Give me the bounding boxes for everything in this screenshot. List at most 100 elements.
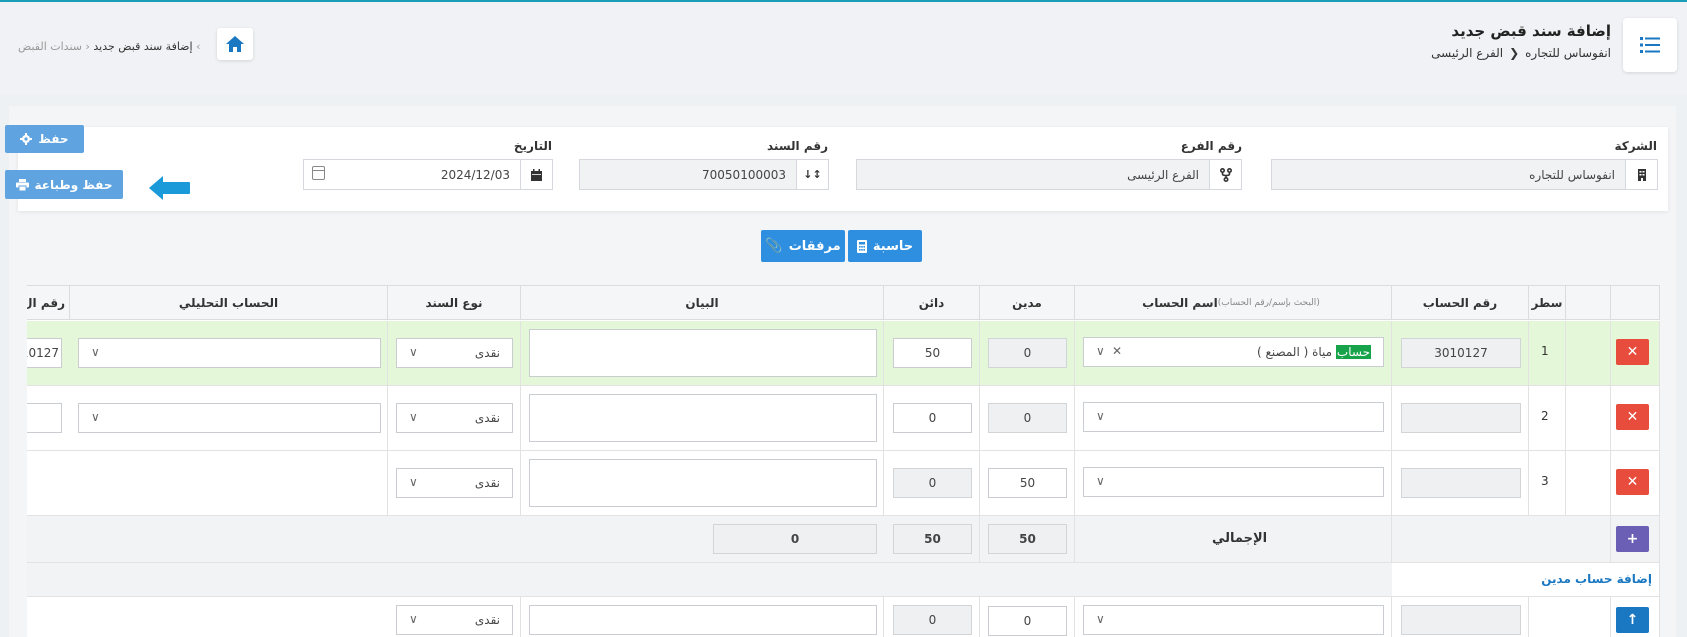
branch-field: الفرع الرئيسى — [856, 159, 1242, 190]
account-select[interactable]: ∨ — [1083, 402, 1384, 432]
home-icon — [226, 36, 244, 52]
breadcrumb-parent[interactable]: سندات القبض — [18, 40, 82, 53]
voucher-type-select[interactable]: نقدى ∨ — [396, 338, 513, 368]
col-actions-header — [1611, 286, 1660, 320]
home-button[interactable] — [217, 28, 253, 60]
chevron-down-icon: ∨ — [409, 345, 418, 359]
statement-textarea[interactable] — [529, 329, 877, 377]
statement-textarea[interactable] — [529, 459, 877, 507]
account-select[interactable]: ∨ — [1083, 605, 1384, 635]
debit-input[interactable]: 0 — [988, 606, 1067, 636]
credit-input[interactable]: 0 — [893, 605, 972, 635]
chevron-down-icon: ∨ — [1096, 409, 1105, 423]
debit-input[interactable]: 0 — [988, 403, 1067, 433]
table-row: ✕ 1 3010127 حساب مياة ( المصنع ) ∨ ✕ 0 5… — [27, 321, 1660, 386]
line-number: 1 — [1541, 344, 1549, 358]
total-label: الإجمالي — [1212, 531, 1268, 546]
col-credit-header: دائن — [884, 286, 980, 320]
chevron-down-icon: ∨ — [91, 410, 100, 424]
debit-input[interactable]: 50 — [988, 468, 1067, 498]
calculator-icon — [856, 239, 867, 253]
account-name-text: مياة ( المصنع ) — [1256, 345, 1333, 359]
voucher-number-label: رقم السند — [766, 139, 828, 153]
col-account-name-header: اسم الحساب (البحث بإسم/رقم الحساب) — [1075, 286, 1392, 320]
building-icon — [1625, 160, 1657, 189]
chevron-down-icon: ∨ — [409, 410, 418, 424]
analytic-account-select[interactable]: ∨ — [78, 338, 381, 368]
chevron-down-icon[interactable]: ∨ — [1096, 344, 1105, 358]
breadcrumb-separator-icon: ‹ — [196, 40, 201, 53]
extra-field[interactable] — [27, 403, 62, 433]
credit-input[interactable]: 0 — [893, 403, 972, 433]
total-difference: 0 — [713, 524, 877, 554]
save-print-button-label: حفظ وطباعة — [34, 177, 113, 192]
table-row: ✕ 3 ∨ 50 0 نقدى ∨ — [27, 451, 1660, 516]
calendar-icon — [520, 160, 552, 189]
voucher-type-value: نقدى — [474, 411, 500, 425]
totals-row: + الإجمالي 50 50 0 — [27, 516, 1660, 563]
breadcrumb-current: إضافة سند قبض جديد — [93, 40, 193, 53]
move-up-button[interactable]: ↑ — [1616, 607, 1649, 633]
page-title: إضافة سند قبض جديد — [1451, 22, 1611, 40]
col-spacer-header — [1566, 286, 1611, 320]
save-button-label: حفظ — [38, 132, 69, 146]
chevron-left-icon: ❮ — [1509, 46, 1520, 60]
save-button[interactable]: حفظ — [5, 125, 84, 153]
voucher-type-select[interactable]: نقدى ∨ — [396, 403, 513, 433]
close-icon: ✕ — [1626, 409, 1639, 425]
chevron-down-icon: ∨ — [409, 475, 418, 489]
account-name-highlight: حساب — [1335, 345, 1371, 359]
arrow-left-icon — [149, 176, 190, 200]
delete-row-button[interactable]: ✕ — [1616, 469, 1649, 495]
date-picker-icon[interactable] — [312, 166, 325, 180]
voucher-lines-table: سطر رقم الحساب اسم الحساب (البحث بإسم/رقم… — [27, 285, 1660, 637]
list-icon — [1640, 37, 1660, 53]
statement-textarea[interactable] — [529, 605, 877, 635]
page-header: إضافة سند قبض جديد انفوساس للتجاره ❮ الفرع… — [0, 2, 1687, 94]
analytic-account-select[interactable]: ∨ — [78, 403, 381, 433]
date-field[interactable]: 2024/12/03 — [303, 159, 553, 190]
company-value: انفوساس للتجاره — [1529, 168, 1615, 182]
voucher-type-select[interactable]: نقدى ∨ — [396, 605, 513, 635]
paperclip-icon: 📎 — [765, 238, 783, 254]
sort-numeric-icon: ↓↕ — [796, 160, 828, 189]
extra-field[interactable]: 3010127 — [27, 338, 62, 368]
plus-icon: + — [1626, 531, 1639, 547]
clear-icon[interactable]: ✕ — [1112, 344, 1122, 358]
voucher-type-value: نقدى — [474, 346, 500, 360]
debit-input[interactable]: 0 — [988, 338, 1067, 368]
voucher-number-field: ↓↕ 70050100003 — [579, 159, 829, 190]
subtitle-company: انفوساس للتجاره — [1525, 46, 1611, 60]
account-select[interactable]: ∨ — [1083, 467, 1384, 497]
breadcrumb: إضافة سند قبض جديد ‹ سندات القبض ‹ — [18, 40, 200, 53]
add-debit-section: إضافة حساب مدين — [27, 563, 1660, 597]
chevron-down-icon: ∨ — [1096, 612, 1105, 626]
credit-input[interactable]: 0 — [893, 468, 972, 498]
breadcrumb-separator-icon: ‹ — [82, 40, 90, 53]
save-print-button[interactable]: حفظ وطباعة — [5, 170, 123, 199]
add-debit-account-link[interactable]: إضافة حساب مدين — [1541, 572, 1652, 586]
account-select[interactable]: حساب مياة ( المصنع ) ∨ ✕ — [1083, 337, 1384, 367]
table-row: ✕ 2 ∨ 0 0 نقدى ∨ ∨ — [27, 386, 1660, 451]
account-number-field — [1401, 468, 1521, 498]
delete-row-button[interactable]: ✕ — [1616, 404, 1649, 430]
calculator-button[interactable]: حاسبة — [848, 230, 922, 262]
statement-textarea[interactable] — [529, 394, 877, 442]
add-row-button[interactable]: + — [1616, 526, 1649, 552]
table-row: ↑ ∨ 0 0 نقدى ∨ — [27, 597, 1660, 637]
branch-label: رقم الفرع — [1180, 139, 1242, 153]
credit-input[interactable]: 50 — [893, 338, 972, 368]
voucher-type-select[interactable]: نقدى ∨ — [396, 468, 513, 498]
date-label: التاريخ — [513, 139, 552, 153]
voucher-type-value: نقدى — [474, 476, 500, 490]
col-extra-header: رقم ال — [27, 286, 70, 320]
company-branch-subtitle: انفوساس للتجاره ❮ الفرع الرئيسى — [1425, 46, 1611, 60]
total-credit: 50 — [893, 524, 972, 554]
total-debit: 50 — [988, 524, 1067, 554]
menu-toggle-button[interactable] — [1623, 18, 1677, 72]
account-name-header-label: اسم الحساب — [1142, 295, 1218, 310]
attachments-button[interactable]: 📎 مرفقات — [761, 230, 845, 262]
code-fork-icon — [1209, 160, 1241, 189]
delete-row-button[interactable]: ✕ — [1616, 339, 1649, 365]
account-number-field — [1401, 605, 1521, 635]
